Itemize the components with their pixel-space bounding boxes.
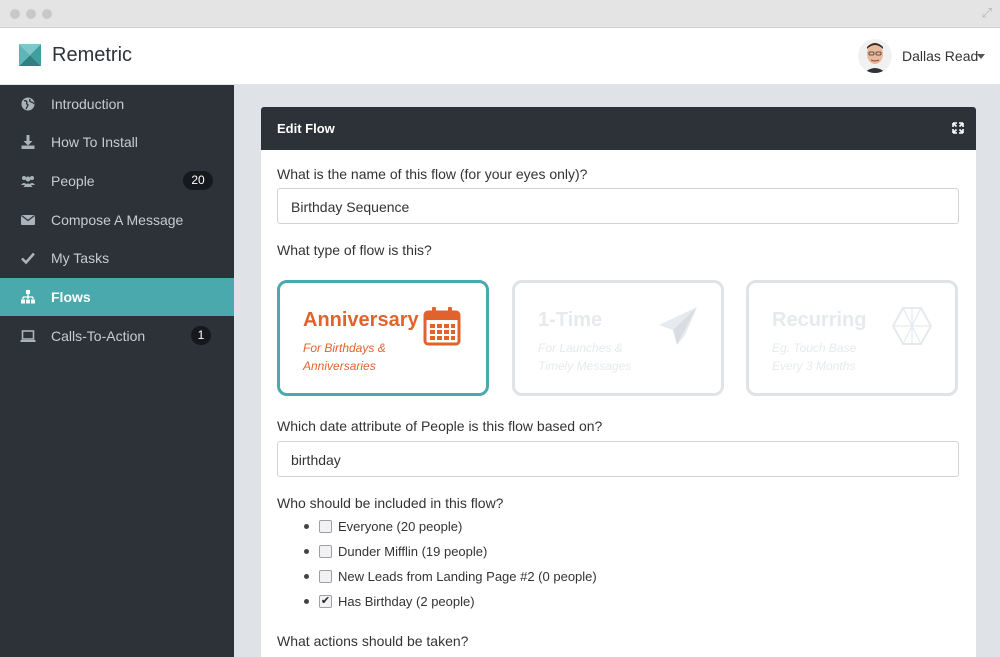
caret-down-icon[interactable] xyxy=(977,54,985,59)
window-close-dot[interactable] xyxy=(10,9,20,19)
segment-checkbox[interactable] xyxy=(319,520,332,533)
sidebar-item-calls-to-action[interactable]: Calls-To-Action 1 xyxy=(0,317,234,355)
download-icon xyxy=(21,135,35,149)
window-minimize-dot[interactable] xyxy=(26,9,36,19)
segment-label: New Leads from Landing Page #2 (0 people… xyxy=(338,569,597,584)
hexagon-icon xyxy=(891,307,933,345)
card-subtitle: Eg. Touch Base Every 3 Months xyxy=(772,341,857,373)
sidebar: Introduction How To Install People 20 Co… xyxy=(0,85,234,657)
calendar-icon xyxy=(423,307,461,346)
date-attribute-value: birthday xyxy=(291,452,341,468)
app-brand[interactable]: Remetric xyxy=(52,44,132,67)
top-navbar: Remetric Dallas Read xyxy=(0,28,1000,85)
flow-name-question: What is the name of this flow (for your … xyxy=(277,166,588,182)
sidebar-item-how-to-install[interactable]: How To Install xyxy=(0,123,234,161)
paper-plane-icon xyxy=(659,307,697,345)
sidebar-item-label: People xyxy=(51,173,95,189)
sidebar-item-compose-a-message[interactable]: Compose A Message xyxy=(0,201,234,239)
bullet xyxy=(304,574,309,579)
flow-name-value: Birthday Sequence xyxy=(291,199,410,215)
flow-type-anniversary-card[interactable]: Anniversary For Birthdays & Anniversarie… xyxy=(277,280,489,396)
card-title: Recurring xyxy=(772,309,867,331)
bullet xyxy=(304,599,309,604)
expand-icon[interactable] xyxy=(952,122,964,134)
sidebar-item-introduction[interactable]: Introduction xyxy=(0,85,234,123)
sidebar-item-label: Flows xyxy=(51,289,91,305)
bullet xyxy=(304,524,309,529)
actions-question: What actions should be taken? xyxy=(277,633,469,649)
flow-type-recurring-card[interactable]: Recurring Eg. Touch Base Every 3 Months xyxy=(746,280,958,396)
sidebar-item-label: How To Install xyxy=(51,134,138,150)
envelope-icon xyxy=(21,215,35,225)
globe-icon xyxy=(21,97,35,111)
sidebar-item-flows[interactable]: Flows xyxy=(0,278,234,316)
panel-title: Edit Flow xyxy=(277,121,335,136)
segment-label: Dunder Mifflin (19 people) xyxy=(338,544,488,559)
date-attribute-input[interactable]: birthday xyxy=(277,441,959,477)
card-subtitle: For Birthdays & Anniversaries xyxy=(303,341,386,373)
fullscreen-icon[interactable]: ⤢ xyxy=(982,5,992,21)
segment-checkbox[interactable] xyxy=(319,570,332,583)
sidebar-item-my-tasks[interactable]: My Tasks xyxy=(0,239,234,277)
segment-label: Everyone (20 people) xyxy=(338,519,463,534)
remetric-logo-icon xyxy=(19,44,41,66)
segment-checkbox[interactable] xyxy=(319,545,332,558)
sidebar-item-people[interactable]: People 20 xyxy=(0,162,234,200)
cta-count-badge: 1 xyxy=(191,326,211,345)
sitemap-icon xyxy=(21,290,35,304)
flow-name-input[interactable]: Birthday Sequence xyxy=(277,188,959,224)
card-subtitle: For Launches & Timely Messages xyxy=(538,341,632,373)
edit-flow-panel-header: Edit Flow xyxy=(261,107,976,150)
laptop-icon xyxy=(20,330,36,342)
segment-label: Has Birthday (2 people) xyxy=(338,594,475,609)
people-count-badge: 20 xyxy=(183,171,213,190)
bullet xyxy=(304,549,309,554)
user-avatar[interactable] xyxy=(858,39,892,73)
date-attribute-question: Which date attribute of People is this f… xyxy=(277,418,603,434)
flow-type-1-time-card[interactable]: 1-Time For Launches & Timely Messages xyxy=(512,280,724,396)
card-title: 1-Time xyxy=(538,309,603,331)
checkmark-icon xyxy=(21,252,35,265)
sidebar-item-label: My Tasks xyxy=(51,250,110,266)
window-zoom-dot[interactable] xyxy=(42,9,52,19)
user-menu-name[interactable]: Dallas Read xyxy=(902,48,978,64)
segment-checkbox-checked[interactable]: ✔ xyxy=(319,595,332,608)
users-icon xyxy=(21,176,35,187)
include-question: Who should be included in this flow? xyxy=(277,495,504,511)
sidebar-item-label: Introduction xyxy=(51,96,125,112)
sidebar-item-label: Compose A Message xyxy=(51,212,184,228)
window-titlebar: ⤢ xyxy=(0,0,1000,28)
card-title: Anniversary xyxy=(303,309,419,331)
sidebar-item-label: Calls-To-Action xyxy=(51,328,146,344)
flow-type-question: What type of flow is this? xyxy=(277,242,432,258)
